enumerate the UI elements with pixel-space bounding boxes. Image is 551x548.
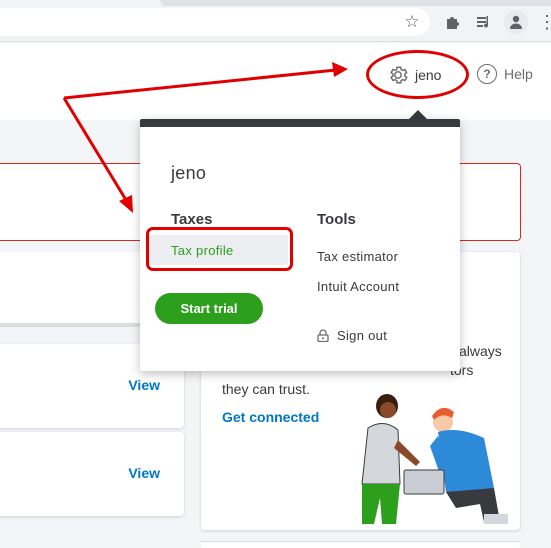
view-link[interactable]: View (128, 377, 160, 393)
media-icon[interactable] (473, 11, 495, 33)
view-link[interactable]: View (128, 465, 160, 481)
sign-out-menu-item[interactable]: Sign out (317, 328, 387, 343)
start-trial-button[interactable]: Start trial (155, 293, 263, 324)
browser-toolbar: ☆ ⋮ (0, 0, 551, 42)
help-label: Help (504, 66, 533, 82)
address-bar[interactable] (0, 8, 430, 36)
people-illustration (361, 394, 508, 524)
app-header: jeno ? Help (0, 43, 551, 120)
content-card: View (0, 432, 184, 516)
annotation-ellipse (366, 50, 469, 99)
browser-tab-strip (160, 0, 551, 6)
intuit-account-menu-item[interactable]: Intuit Account (317, 279, 399, 294)
star-icon[interactable]: ☆ (401, 11, 423, 33)
more-menu-icon[interactable]: ⋮ (536, 11, 551, 33)
puzzle-icon[interactable] (442, 11, 464, 33)
tools-heading: Tools (317, 211, 356, 228)
profile-icon[interactable] (504, 10, 528, 34)
start-trial-label: Start trial (180, 301, 238, 316)
get-connected-link[interactable]: Get connected (222, 409, 319, 425)
content-card (201, 541, 520, 548)
tax-estimator-menu-item[interactable]: Tax estimator (317, 249, 398, 264)
lock-icon (317, 329, 329, 342)
menu-user-name: jeno (171, 163, 207, 183)
help-icon: ? (477, 64, 497, 84)
taxes-heading: Taxes (171, 211, 213, 228)
help-button[interactable]: ? Help (477, 64, 533, 84)
promo-text-fragment: always (459, 343, 502, 359)
sign-out-label: Sign out (337, 328, 388, 343)
promo-text: they can trust. (222, 381, 310, 397)
annotation-rectangle (146, 227, 293, 271)
